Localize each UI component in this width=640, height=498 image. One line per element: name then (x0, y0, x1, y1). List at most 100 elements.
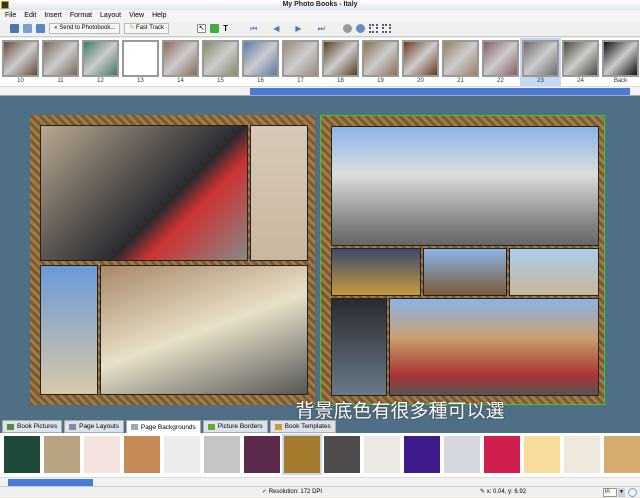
background-swatch[interactable] (364, 436, 400, 473)
save-icon[interactable] (36, 24, 45, 33)
zoom-in-icon[interactable] (355, 24, 365, 33)
photo-obelisk[interactable] (40, 265, 98, 395)
menu-file[interactable]: File (5, 10, 16, 21)
page-thumbnail[interactable] (442, 40, 479, 77)
page-thumbnail[interactable] (122, 40, 159, 77)
background-swatch[interactable] (84, 436, 120, 473)
page-thumbnail[interactable] (42, 40, 79, 77)
swatch-scrollbar[interactable] (0, 477, 640, 486)
pause-icon[interactable] (628, 488, 637, 497)
page-thumbnail[interactable] (282, 40, 319, 77)
tab-label: Book Templates (284, 423, 331, 430)
page-thumbnail[interactable] (362, 40, 399, 77)
background-swatch[interactable] (164, 436, 200, 473)
photo-night-basilica[interactable] (331, 248, 421, 296)
photo-basilica[interactable] (509, 248, 599, 296)
thumbnail-label: 10 (17, 78, 24, 84)
page-thumbnail[interactable] (242, 40, 279, 77)
background-swatch[interactable] (44, 436, 80, 473)
first-page-icon[interactable]: ⏮ (250, 24, 257, 34)
menu-view[interactable]: View (129, 10, 144, 21)
fit-page-icon[interactable] (368, 24, 378, 33)
send-to-photobook-button[interactable]: ● Send to Photobook... (49, 23, 121, 34)
layouts-icon (69, 423, 77, 430)
next-page-icon[interactable]: ▶ (295, 24, 301, 33)
photo-window[interactable] (331, 298, 387, 396)
thumbnail-label: 16 (257, 78, 264, 84)
open-icon[interactable] (23, 24, 32, 33)
tab-picture-borders[interactable]: Picture Borders (202, 420, 268, 433)
fast-track-label: Fast Track (136, 25, 165, 31)
page-thumbnail[interactable] (2, 40, 39, 77)
tab-label: Page Backgrounds (140, 423, 196, 431)
page-thumbnail[interactable] (82, 40, 119, 77)
photo-statue[interactable] (250, 125, 308, 261)
scrollbar-thumb[interactable] (250, 88, 630, 95)
photo-white-car[interactable] (100, 265, 308, 395)
insert-picture-icon[interactable] (210, 24, 220, 33)
thumbnail-label: 14 (177, 78, 184, 84)
previous-page-icon[interactable]: ◀ (273, 24, 279, 33)
insert-text-icon[interactable]: T (223, 24, 232, 33)
thumbnail-label: 18 (337, 78, 344, 84)
tab-page-layouts[interactable]: Page Layouts (64, 420, 124, 433)
page-thumbnail[interactable] (602, 40, 639, 77)
background-swatch[interactable] (204, 436, 240, 473)
page-thumbnail[interactable] (562, 40, 599, 77)
toolbar: ● Send to Photobook... ✎ Fast Track ↖ T … (0, 21, 640, 37)
background-swatch[interactable] (324, 436, 360, 473)
coords-status: ✎ x: 0.04, y: 6.92 (480, 487, 526, 498)
menu-edit[interactable]: Edit (24, 10, 36, 21)
unit-select[interactable]: in (603, 488, 617, 497)
fast-track-button[interactable]: ✎ Fast Track (124, 23, 170, 34)
background-swatch[interactable] (124, 436, 160, 473)
tab-book-templates[interactable]: Book Templates (269, 420, 336, 433)
page-thumbnail[interactable] (322, 40, 359, 77)
background-swatch[interactable] (524, 436, 560, 473)
background-swatch[interactable] (282, 434, 322, 475)
background-swatch[interactable] (484, 436, 520, 473)
tab-book-pictures[interactable]: Book Pictures (2, 420, 63, 433)
tab-page-backgrounds[interactable]: Page Backgrounds (125, 420, 201, 434)
tab-label: Page Layouts (79, 423, 119, 430)
page-thumbnail[interactable] (522, 40, 559, 77)
page-thumbnail[interactable] (202, 40, 239, 77)
photo-sphere[interactable] (423, 248, 507, 296)
menu-insert[interactable]: Insert (44, 10, 62, 21)
background-swatch[interactable] (404, 436, 440, 473)
background-swatch[interactable] (444, 436, 480, 473)
background-swatch[interactable] (4, 436, 40, 473)
menu-format[interactable]: Format (70, 10, 92, 21)
tab-label: Book Pictures (17, 423, 58, 430)
full-screen-icon[interactable] (381, 24, 391, 33)
background-swatch-panel (0, 433, 640, 487)
last-page-icon[interactable]: ⏭ (318, 24, 325, 34)
book-canvas[interactable]: 背景底色有很多種可以選 (0, 96, 640, 422)
left-page[interactable] (30, 115, 315, 405)
window-title: My Photo Books - Italy (282, 1, 358, 8)
new-book-icon[interactable] (10, 24, 19, 33)
photo-st-peters-square[interactable] (331, 126, 599, 246)
app-icon[interactable] (1, 1, 9, 9)
photo-crowd[interactable] (389, 298, 599, 396)
coords-text: x: 0.04, y: 6.92 (486, 489, 527, 495)
chevron-down-icon[interactable]: ▼ (618, 488, 625, 497)
status-bar: ✔ Resolution: 172 DPI ✎ x: 0.04, y: 6.92… (0, 486, 640, 497)
right-page[interactable] (320, 115, 605, 405)
page-thumbnail[interactable] (402, 40, 439, 77)
send-label: Send to Photobook... (59, 25, 116, 31)
menu-layout[interactable]: Layout (100, 10, 121, 21)
scrollbar-thumb[interactable] (8, 479, 93, 486)
background-swatch[interactable] (604, 436, 640, 473)
select-pointer-icon[interactable]: ↖ (197, 24, 207, 33)
background-swatch[interactable] (564, 436, 600, 473)
thumbnail-label: Back (613, 78, 628, 84)
thumbnail-scrollbar[interactable] (0, 86, 640, 95)
page-thumbnail[interactable] (482, 40, 519, 77)
background-swatch[interactable] (244, 436, 280, 473)
page-thumbnail[interactable] (162, 40, 199, 77)
photo-car-man[interactable] (40, 125, 248, 261)
thumbnail-label: 13 (137, 78, 144, 84)
zoom-out-icon[interactable] (342, 24, 352, 33)
menu-help[interactable]: Help (152, 10, 166, 21)
